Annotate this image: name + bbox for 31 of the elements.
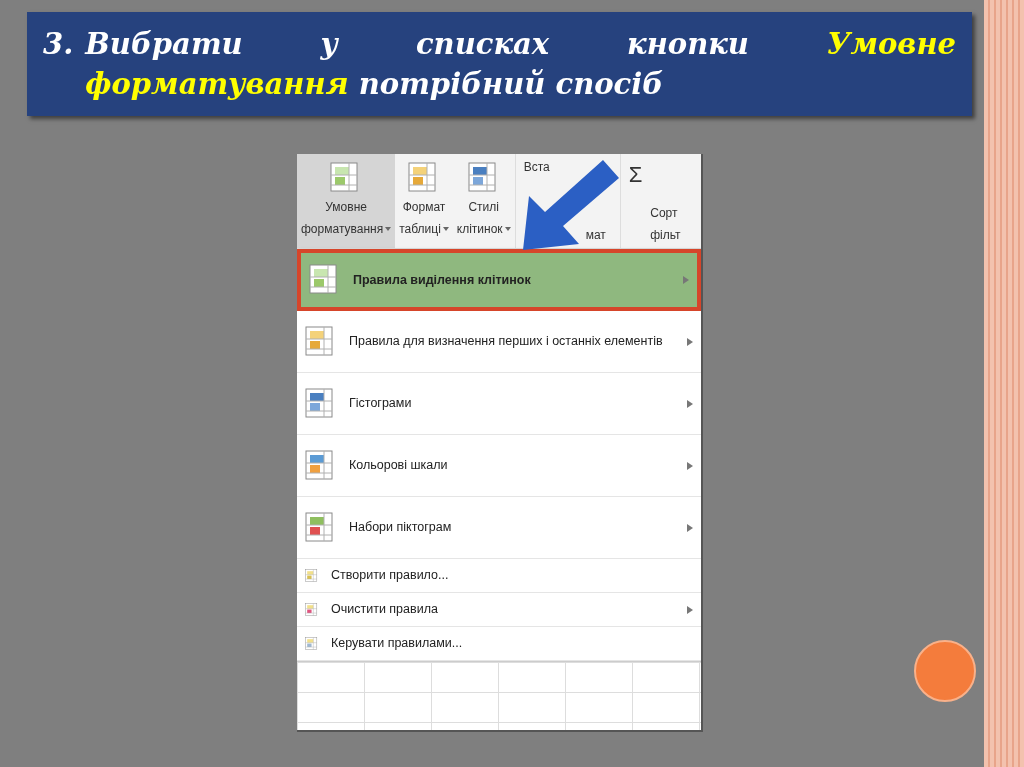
slide-title: Вибрати у списках кнопки Умовне форматування потрібний спосіб (85, 26, 956, 103)
rule-table-icon (305, 602, 319, 617)
ribbon-label: таблиці (399, 221, 441, 238)
ribbon-label: Формат (402, 199, 446, 216)
menu-item[interactable]: Очистити правила (297, 593, 701, 627)
dropdown-caret-icon (442, 227, 449, 231)
format-label: мат (584, 227, 607, 244)
dropdown-caret-icon (504, 227, 511, 231)
ribbon-button[interactable]: Формат таблиці (395, 154, 453, 248)
ribbon-button[interactable]: Умовне форматування (297, 154, 396, 248)
dropdown-caret-icon (385, 227, 392, 231)
step-number: 3. (43, 26, 74, 63)
menu-item[interactable]: Правила виділення клітинок (297, 249, 701, 311)
ribbon-label: Сорт (650, 205, 679, 222)
menu-item[interactable]: Правила для визначення перших і останніх елементів (297, 311, 701, 373)
menu-item[interactable]: Набори піктограм (297, 497, 701, 559)
ribbon-label: форматування (301, 221, 384, 238)
ribbon-label: Стилі (468, 199, 499, 216)
ribbon-label: клітинок (456, 221, 503, 238)
menu-item[interactable]: Кольорові шкали (297, 435, 701, 497)
ribbon-button[interactable]: Стилі клітинок (452, 154, 515, 248)
rule-table-icon (305, 568, 319, 583)
rule-table-icon (305, 636, 319, 651)
sum-symbol[interactable]: Σ (628, 158, 643, 191)
menu-item[interactable]: Створити правило... (297, 559, 701, 593)
menu-item[interactable]: Керувати правилами... (297, 627, 701, 661)
ribbon-label: фільт (650, 227, 681, 244)
ribbon-label: Умовне (325, 199, 367, 216)
pointer-arrow-icon (523, 160, 619, 250)
menu-item[interactable]: Гістограми (297, 373, 701, 435)
insert-label: Вста (523, 159, 551, 176)
